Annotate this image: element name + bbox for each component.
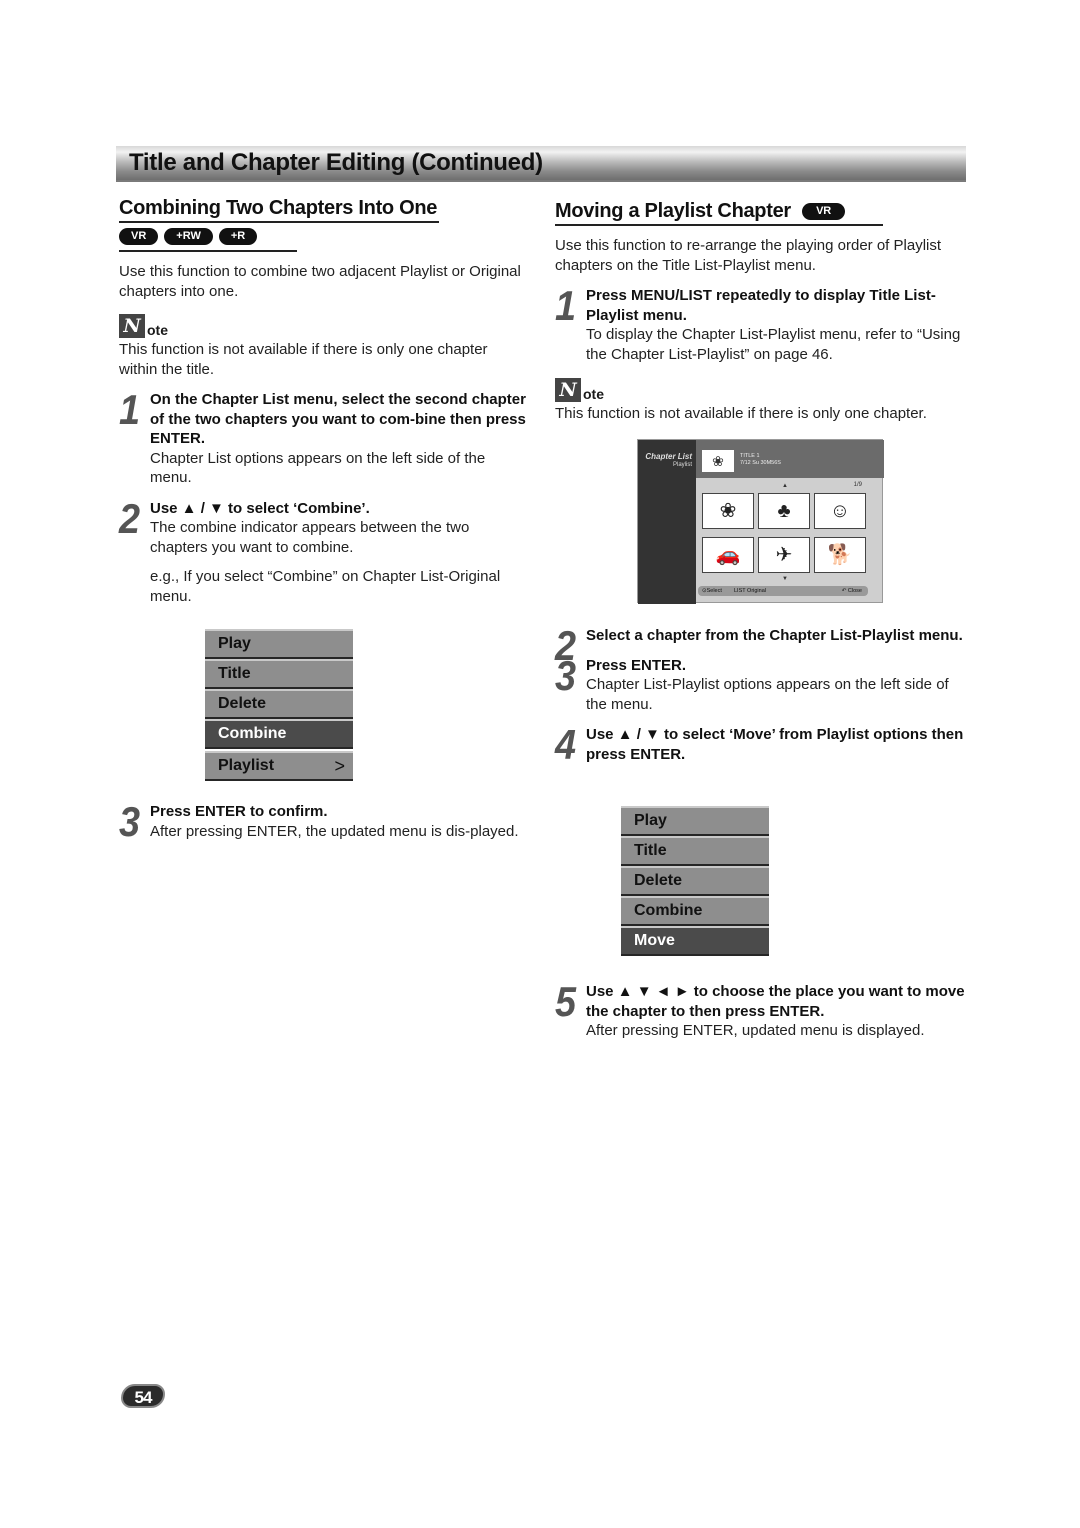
dog-icon[interactable]: 🐕: [814, 537, 866, 573]
list-original-hint: LIST Original: [734, 588, 766, 594]
move-intro: Use this function to re-arrange the play…: [555, 237, 942, 274]
note-header: N ote: [555, 378, 970, 402]
title-name: TITLE 1: [740, 453, 760, 459]
badge-vr: VR: [119, 228, 159, 245]
car-icon[interactable]: 🚗: [702, 537, 754, 573]
note-text: This function is not available if there …: [555, 405, 927, 422]
step-3: 3 Press ENTER to confirm. After pressing…: [119, 798, 529, 845]
step-description: After pressing ENTER, the updated menu i…: [150, 822, 519, 840]
step-2: 2 Use ▲ / ▼ to select ‘Combine’. The com…: [119, 494, 529, 607]
step-number: 5: [555, 978, 576, 1025]
badge-r: +R: [218, 228, 258, 245]
combine-heading: Combining Two Chapters Into One: [119, 195, 440, 223]
rose-icon[interactable]: ❀: [702, 493, 754, 529]
close-hint: ↶ Close: [841, 588, 862, 594]
step-number: 2: [119, 494, 140, 542]
menu-item-combine[interactable]: Combine: [621, 896, 769, 926]
shuttle-icon[interactable]: ✈: [758, 537, 810, 573]
cartoon-icon[interactable]: ☺: [814, 493, 866, 529]
step-description: To display the Chapter List-Playlist men…: [586, 326, 961, 363]
step-1: 1 On the Chapter List menu, select the s…: [119, 386, 529, 488]
step-instruction: Press MENU/LIST repeatedly to display Ti…: [586, 287, 936, 324]
step-instruction: Press ENTER.: [586, 656, 687, 674]
move-section: Moving a Playlist Chapter VR Use this fu…: [555, 198, 970, 424]
chevron-right-icon: >: [334, 756, 345, 776]
title-thumbnail: ❀: [702, 450, 734, 472]
osd-header: ❀ TITLE 1 7/12 Su 30M56S: [696, 440, 884, 478]
step-description: The combine indicator appears between th…: [150, 519, 470, 556]
combine-options-menu: Play Title Delete Combine Playlist >: [205, 629, 353, 781]
title-details: 7/12 Su 30M56S: [740, 460, 781, 466]
page-number-badge: 54: [121, 1384, 165, 1408]
step-1: 1 Press MENU/LIST repeatedly to display …: [555, 282, 970, 364]
step-number: 1: [555, 282, 576, 329]
title-info: TITLE 1 7/12 Su 30M56S: [740, 453, 781, 467]
step-description: After pressing ENTER, updated menu is di…: [586, 1022, 925, 1039]
combine-section: Combining Two Chapters Into One VR +RW +…: [119, 195, 529, 606]
page-indicator: 1/9: [853, 482, 862, 488]
menu-item-label: Playlist: [218, 757, 275, 774]
step-3: 3 Press ENTER. Chapter List-Playlist opt…: [555, 651, 970, 715]
step-4: 4 Use ▲ / ▼ to select ‘Move’ from Playli…: [555, 721, 970, 768]
scroll-up-icon[interactable]: ▲: [782, 483, 788, 489]
move-steps-2-4: 2 Select a chapter from the Chapter List…: [555, 625, 970, 768]
step-number: 3: [119, 798, 140, 845]
combine-intro: Use this function to combine two adjacen…: [119, 263, 521, 300]
menu-item-title[interactable]: Title: [205, 659, 353, 689]
menu-item-move[interactable]: Move: [621, 926, 769, 956]
scroll-down-icon[interactable]: ▼: [782, 576, 788, 582]
menu-item-playlist[interactable]: Playlist >: [205, 751, 353, 781]
badge-rw: +RW: [164, 228, 213, 245]
step-number: 4: [555, 721, 576, 768]
step-number: 1: [119, 386, 140, 433]
menu-item-play[interactable]: Play: [205, 629, 353, 659]
select-hint: ⊙Select: [702, 588, 722, 594]
osd-subtitle: Playlist: [672, 462, 692, 468]
step-5: 5 Use ▲ ▼ ◄ ► to choose the place you wa…: [555, 978, 970, 1041]
badge-vr: VR: [802, 203, 845, 220]
menu-item-play[interactable]: Play: [621, 806, 769, 836]
playlist-options-menu: Play Title Delete Combine Move: [621, 806, 769, 956]
note-icon: N: [119, 314, 145, 338]
note-header: N ote: [119, 314, 529, 338]
step-number: 3: [555, 651, 576, 699]
note-label: ote: [583, 386, 604, 402]
step-description: Chapter List-Playlist options appears on…: [586, 676, 949, 713]
menu-item-delete[interactable]: Delete: [205, 689, 353, 719]
osd-sidebar: Chapter List Playlist: [638, 440, 696, 604]
note-label: ote: [147, 322, 168, 338]
chapter-thumbnail-grid: ❀ ♣ ☺ 🚗 ✈ 🐕: [702, 493, 866, 573]
menu-item-delete[interactable]: Delete: [621, 866, 769, 896]
step-instruction: Press ENTER to confirm.: [150, 803, 328, 820]
chapter-list-screenshot: Chapter List Playlist ❀ TITLE 1 7/12 Su …: [637, 439, 884, 604]
tree-icon[interactable]: ♣: [758, 493, 810, 529]
note-text: This function is not available if there …: [119, 341, 488, 378]
move-heading-text: Moving a Playlist Chapter: [555, 200, 791, 222]
note-icon: N: [555, 378, 581, 402]
step-instruction: Use ▲ / ▼ to select ‘Combine’.: [150, 499, 370, 517]
move-heading: Moving a Playlist Chapter VR: [555, 198, 883, 226]
osd-footer: ⊙Select LIST Original ↶ Close: [698, 586, 868, 596]
page-title: Title and Chapter Editing (Continued): [129, 149, 543, 176]
menu-item-combine[interactable]: Combine: [205, 719, 353, 749]
step-instruction: Use ▲ ▼ ◄ ► to choose the place you want…: [586, 983, 965, 1020]
page-title-bar: Title and Chapter Editing (Continued): [116, 146, 966, 182]
step-description: Chapter List options appears on the left…: [150, 449, 486, 487]
step-instruction: On the Chapter List menu, select the sec…: [150, 391, 526, 447]
step-instruction: Select a chapter from the Chapter List-P…: [586, 627, 963, 644]
step-instruction: Use ▲ / ▼ to select ‘Move’ from Playlist…: [586, 726, 964, 763]
step-2: 2 Select a chapter from the Chapter List…: [555, 625, 970, 667]
menu-item-title[interactable]: Title: [621, 836, 769, 866]
osd-title: Chapter List: [645, 452, 692, 461]
disc-badges: VR +RW +R: [119, 228, 297, 252]
step-example: e.g., If you select “Combine” on Chapter…: [150, 568, 501, 605]
